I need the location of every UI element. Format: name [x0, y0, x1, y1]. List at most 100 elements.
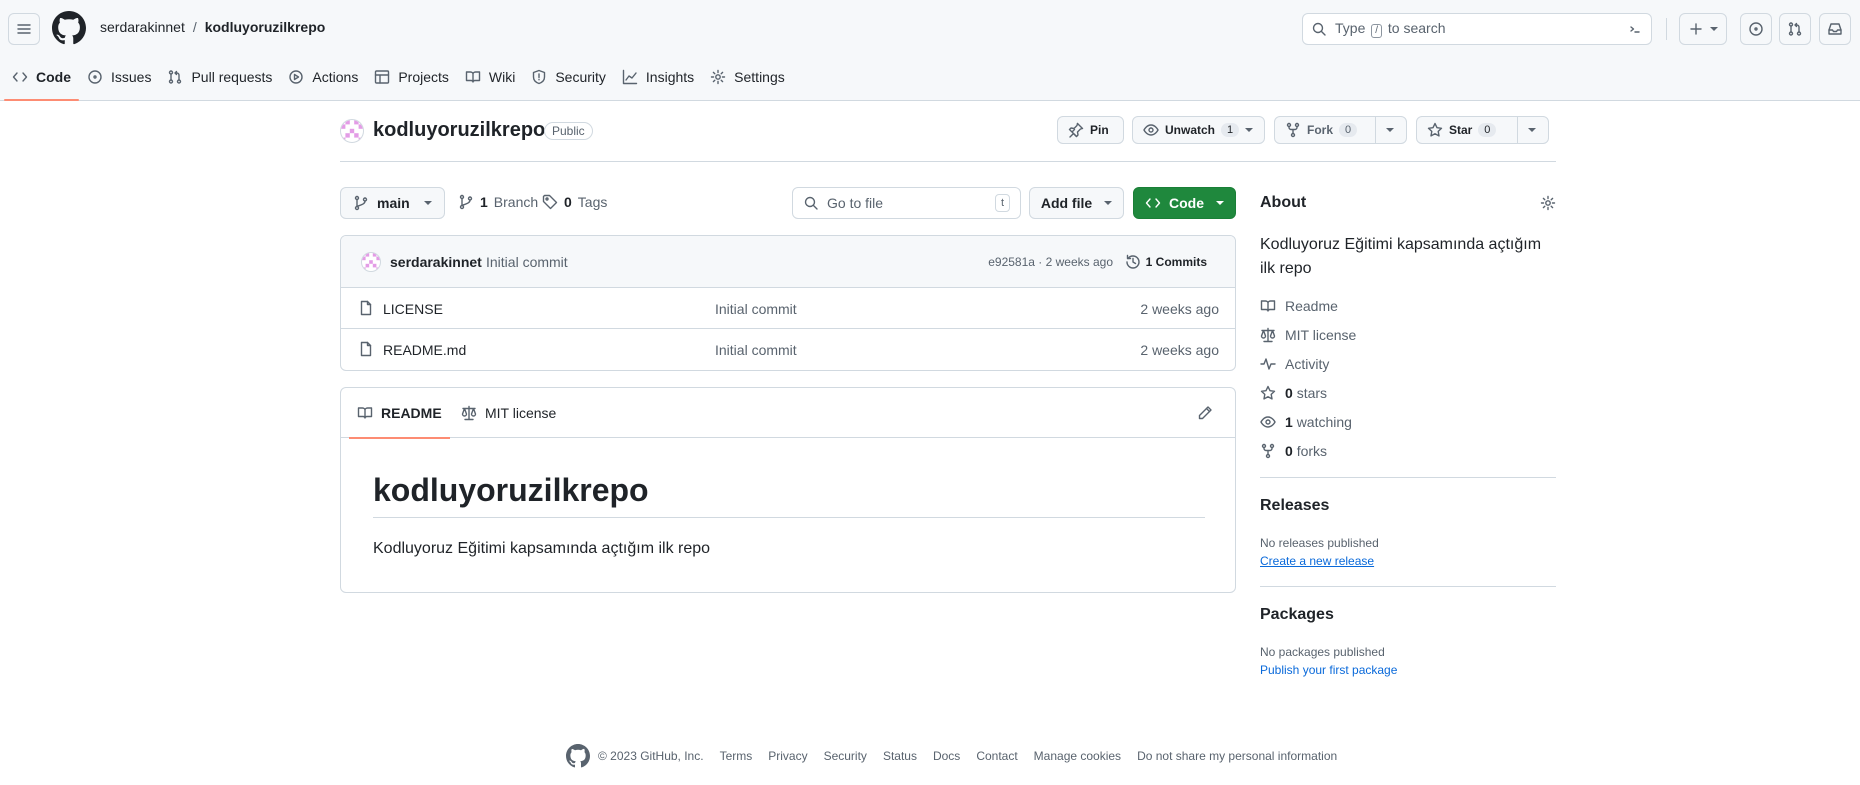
create-new-button[interactable] [1679, 13, 1727, 45]
file-name[interactable]: LICENSE [383, 301, 443, 317]
file-commit-message[interactable]: Initial commit [715, 342, 797, 358]
book-icon [357, 407, 373, 419]
pin-button[interactable]: Pin [1057, 116, 1124, 144]
pencil-icon[interactable] [1197, 405, 1213, 421]
tab-settings[interactable]: Settings [702, 58, 793, 95]
header-divider [1666, 18, 1667, 40]
git-branch-icon [354, 195, 368, 211]
file-row[interactable]: LICENSE Initial commit 2 weeks ago [341, 288, 1235, 329]
branch-selector[interactable]: main [340, 187, 445, 219]
tab-code-label: Code [36, 68, 71, 85]
tab-pull-requests[interactable]: Pull requests [159, 58, 280, 95]
search-slash-key: / [1371, 24, 1383, 38]
tab-wiki[interactable]: Wiki [457, 58, 523, 95]
footer-link-status[interactable]: Status [883, 749, 917, 763]
code-icon [1145, 198, 1161, 208]
global-search-input[interactable]: Type / to search [1302, 13, 1652, 45]
history-icon [1125, 254, 1140, 269]
app-header: serdarakinnet / kodluyoruzilkrepo Type /… [0, 0, 1860, 101]
stars-link[interactable]: 0 stars [1260, 385, 1327, 401]
activity-link-label: Activity [1285, 356, 1330, 372]
unwatch-button[interactable]: Unwatch 1 [1132, 116, 1265, 144]
footer-link-contact[interactable]: Contact [976, 749, 1017, 763]
visibility-badge: Public [544, 122, 593, 140]
command-palette-icon[interactable] [1627, 21, 1643, 37]
repo-forked-icon [1286, 122, 1300, 138]
issues-header-button[interactable] [1740, 13, 1772, 45]
activity-link[interactable]: Activity [1260, 356, 1329, 372]
file-commit-message[interactable]: Initial commit [715, 301, 797, 317]
tab-issues[interactable]: Issues [79, 58, 159, 95]
license-link[interactable]: MIT license [1260, 327, 1356, 343]
tab-insights[interactable]: Insights [614, 58, 702, 95]
star-dropdown[interactable] [1518, 117, 1546, 143]
repo-title[interactable]: kodluyoruzilkrepo [373, 119, 545, 142]
tab-readme[interactable]: README [349, 388, 450, 439]
tab-code[interactable]: Code [4, 58, 79, 101]
breadcrumb-repo-link[interactable]: kodluyoruzilkrepo [205, 19, 326, 35]
identicon-icon [362, 253, 380, 271]
watching-count: 1 [1285, 414, 1293, 430]
packages-title[interactable]: Packages [1260, 606, 1334, 624]
commit-hash-time[interactable]: e92581a · 2 weeks ago [988, 255, 1113, 269]
star-button[interactable]: Star 0 [1417, 117, 1517, 143]
commit-author-avatar[interactable] [361, 252, 381, 272]
book-icon [465, 70, 481, 83]
readme-heading: kodluyoruzilkrepo [373, 472, 1205, 518]
commits-history-link[interactable]: 1 Commits [1125, 254, 1207, 270]
gear-icon[interactable] [1540, 195, 1556, 211]
branches-link[interactable]: 1 Branch [458, 194, 538, 210]
releases-title[interactable]: Releases [1260, 497, 1329, 515]
commit-message[interactable]: Initial commit [486, 254, 568, 270]
forks-link[interactable]: 0 forks [1260, 443, 1327, 459]
readme-body: Kodluyoruz Eğitimi kapsamında açtığım il… [373, 540, 711, 557]
table-icon [375, 69, 390, 84]
readme-link[interactable]: Readme [1260, 298, 1338, 314]
go-to-file-input[interactable]: Go to file t [792, 187, 1021, 219]
file-row[interactable]: README.md Initial commit 2 weeks ago [341, 329, 1235, 370]
github-logo-icon[interactable] [566, 744, 590, 768]
pull-requests-header-button[interactable] [1779, 13, 1811, 45]
tags-link[interactable]: 0 Tags [542, 194, 607, 210]
code-button[interactable]: Code [1133, 187, 1236, 219]
publish-package-link[interactable]: Publish your first package [1260, 663, 1397, 677]
tab-security-label: Security [555, 68, 606, 85]
code-button-label: Code [1169, 195, 1204, 211]
owner-avatar[interactable] [340, 119, 364, 143]
breadcrumb: serdarakinnet / kodluyoruzilkrepo [100, 19, 325, 35]
footer-link-manage-cookies[interactable]: Manage cookies [1034, 749, 1121, 763]
commit-author[interactable]: serdarakinnet [390, 254, 482, 270]
git-pull-request-icon [1788, 22, 1802, 36]
watching-link[interactable]: 1 watching [1260, 414, 1352, 430]
breadcrumb-owner-link[interactable]: serdarakinnet [100, 19, 185, 35]
footer-link-security[interactable]: Security [824, 749, 867, 763]
code-icon [12, 71, 28, 82]
file-list: serdarakinnet Initial commit e92581a · 2… [340, 235, 1236, 371]
github-logo-icon[interactable] [52, 11, 86, 45]
menu-button[interactable] [8, 13, 40, 45]
footer-link-privacy[interactable]: Privacy [768, 749, 807, 763]
create-release-link[interactable]: Create a new release [1260, 554, 1374, 568]
chevron-down-icon [1104, 201, 1113, 205]
tab-projects[interactable]: Projects [366, 58, 457, 95]
eye-icon [1143, 124, 1159, 136]
inbox-button[interactable] [1819, 13, 1851, 45]
footer-copyright: © 2023 GitHub, Inc. [598, 749, 704, 763]
chevron-down-icon [1386, 128, 1394, 132]
search-icon [804, 196, 818, 210]
fork-button[interactable]: Fork 0 [1275, 117, 1375, 143]
tab-actions-label: Actions [312, 68, 359, 85]
tab-wiki-label: Wiki [488, 68, 516, 85]
footer-link-docs[interactable]: Docs [933, 749, 960, 763]
add-file-button[interactable]: Add file [1029, 187, 1124, 219]
tab-mit-license[interactable]: MIT license [461, 388, 556, 438]
search-icon [1312, 22, 1326, 36]
star-icon [1260, 385, 1276, 400]
tab-actions[interactable]: Actions [280, 58, 366, 95]
footer-link-do-not-share[interactable]: Do not share my personal information [1137, 749, 1337, 763]
forks-label: forks [1296, 443, 1328, 459]
footer-link-terms[interactable]: Terms [720, 749, 753, 763]
fork-dropdown[interactable] [1376, 117, 1404, 143]
tab-security[interactable]: Security [523, 58, 614, 95]
file-name[interactable]: README.md [383, 342, 466, 358]
